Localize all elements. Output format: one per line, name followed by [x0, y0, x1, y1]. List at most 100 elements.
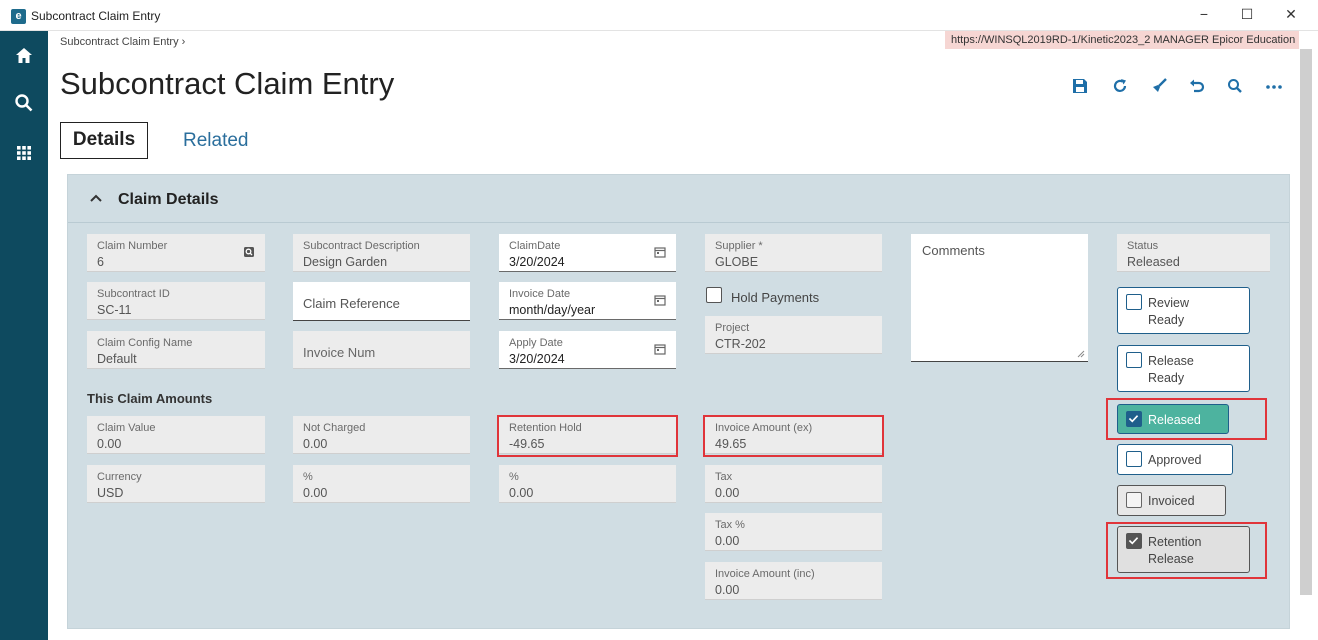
review-ready-checkbox[interactable] — [1126, 294, 1142, 310]
project-value: CTR-202 — [715, 337, 766, 351]
window-titlebar: e Subcontract Claim Entry − ☐ ✕ — [0, 0, 1318, 31]
approved-checkbox[interactable] — [1126, 451, 1142, 467]
search-toolbar-icon[interactable] — [1226, 77, 1244, 95]
invoice-amount-inc-value: 0.00 — [715, 583, 740, 597]
search-icon[interactable] — [14, 93, 34, 113]
project-label: Project — [715, 322, 750, 334]
review-ready-label-2: Ready — [1148, 313, 1185, 327]
retention-percent-label: % — [509, 471, 519, 483]
invoiced-checkbox — [1126, 492, 1142, 508]
status-value: Released — [1127, 255, 1180, 269]
lookup-search-icon[interactable] — [243, 246, 255, 258]
released-highlight — [1106, 398, 1267, 440]
status-field: Status Released — [1117, 234, 1270, 272]
invoice-num-placeholder: Invoice Num — [303, 345, 376, 360]
not-charged-percent-value: 0.00 — [303, 486, 328, 500]
retention-percent-field[interactable]: % 0.00 — [499, 465, 676, 503]
invoiced-toggle: Invoiced — [1117, 485, 1226, 516]
resize-handle-icon[interactable] — [1077, 350, 1085, 358]
maximize-button[interactable]: ☐ — [1237, 6, 1257, 23]
supplier-field[interactable]: Supplier * GLOBE — [705, 234, 882, 272]
supplier-label: Supplier * — [715, 240, 763, 252]
tax-percent-label: Tax % — [715, 519, 745, 531]
review-ready-toggle[interactable]: Review Ready — [1117, 287, 1250, 334]
calendar-icon[interactable] — [654, 294, 666, 306]
invoice-amount-inc-field[interactable]: Invoice Amount (inc) 0.00 — [705, 562, 882, 600]
save-icon[interactable] — [1071, 77, 1089, 95]
more-options-icon[interactable] — [1265, 77, 1283, 95]
tax-percent-field[interactable]: Tax % 0.00 — [705, 513, 882, 551]
page-scrollbar[interactable] — [1300, 49, 1312, 595]
claim-number-label: Claim Number — [97, 240, 168, 252]
hold-payments-label[interactable]: Hold Payments — [731, 290, 819, 305]
sidebar — [0, 31, 48, 640]
minimize-button[interactable]: − — [1194, 6, 1214, 22]
claim-reference-placeholder: Claim Reference — [303, 296, 400, 311]
calendar-icon[interactable] — [654, 246, 666, 258]
tab-details[interactable]: Details — [60, 122, 148, 159]
claim-number-value: 6 — [97, 255, 104, 269]
invoice-amount-highlight — [703, 415, 884, 457]
subcontract-description-value: Design Garden — [303, 255, 388, 269]
breadcrumb[interactable]: Subcontract Claim Entry › — [60, 36, 185, 48]
tab-related[interactable]: Related — [183, 130, 249, 152]
review-ready-label-1: Review — [1148, 296, 1189, 310]
not-charged-percent-field[interactable]: % 0.00 — [293, 465, 470, 503]
claim-date-value: 3/20/2024 — [509, 255, 565, 269]
invoice-date-label: Invoice Date — [509, 288, 571, 300]
subcontract-description-label: Subcontract Description — [303, 240, 420, 252]
subcontract-id-field[interactable]: Subcontract ID SC-11 — [87, 282, 265, 320]
status-label: Status — [1127, 240, 1159, 252]
claim-date-field[interactable]: ClaimDate 3/20/2024 — [499, 234, 676, 272]
not-charged-field[interactable]: Not Charged 0.00 — [293, 416, 470, 454]
invoice-amount-inc-label: Invoice Amount (inc) — [715, 568, 815, 580]
claim-details-header[interactable]: Claim Details — [68, 175, 1289, 223]
release-ready-label-1: Release — [1148, 354, 1194, 368]
apps-grid-icon[interactable] — [14, 143, 34, 163]
approved-label: Approved — [1148, 453, 1202, 467]
invoice-date-field[interactable]: Invoice Date month/day/year — [499, 282, 676, 320]
invoice-date-value: month/day/year — [509, 303, 596, 317]
subcontract-description-field[interactable]: Subcontract Description Design Garden — [293, 234, 470, 272]
connection-info: https://WINSQL2019RD-1/Kinetic2023_2 MAN… — [945, 31, 1299, 49]
chevron-up-icon[interactable] — [88, 190, 104, 206]
hold-payments-checkbox[interactable] — [706, 287, 722, 303]
close-button[interactable]: ✕ — [1281, 6, 1301, 23]
release-ready-checkbox[interactable] — [1126, 352, 1142, 368]
claim-reference-input[interactable]: Claim Reference — [293, 282, 470, 321]
release-ready-toggle[interactable]: Release Ready — [1117, 345, 1250, 392]
approved-toggle[interactable]: Approved — [1117, 444, 1233, 475]
currency-label: Currency — [97, 471, 142, 483]
clear-brush-icon[interactable] — [1150, 77, 1168, 95]
apply-date-field[interactable]: Apply Date 3/20/2024 — [499, 331, 676, 369]
retention-percent-value: 0.00 — [509, 486, 534, 500]
tax-label: Tax — [715, 471, 733, 483]
retention-hold-highlight — [497, 415, 678, 457]
comments-placeholder: Comments — [922, 243, 985, 258]
claim-number-field[interactable]: Claim Number 6 — [87, 234, 265, 272]
claim-config-name-label: Claim Config Name — [97, 337, 193, 349]
claim-config-name-field[interactable]: Claim Config Name Default — [87, 331, 265, 369]
tax-field[interactable]: Tax 0.00 — [705, 465, 882, 503]
epicor-logo-icon: e — [11, 9, 26, 24]
refresh-icon[interactable] — [1111, 77, 1129, 95]
claim-date-label: ClaimDate — [509, 240, 561, 252]
supplier-value: GLOBE — [715, 255, 759, 269]
release-ready-label-2: Ready — [1148, 371, 1185, 385]
currency-field[interactable]: Currency USD — [87, 465, 265, 503]
calendar-icon[interactable] — [654, 343, 666, 355]
apply-date-value: 3/20/2024 — [509, 352, 565, 366]
project-field[interactable]: Project CTR-202 — [705, 316, 882, 354]
comments-textarea[interactable]: Comments — [911, 234, 1088, 362]
home-icon[interactable] — [14, 46, 34, 66]
not-charged-percent-label: % — [303, 471, 313, 483]
undo-icon[interactable] — [1188, 77, 1206, 95]
claim-value-field[interactable]: Claim Value 0.00 — [87, 416, 265, 454]
not-charged-value: 0.00 — [303, 437, 328, 451]
invoiced-label: Invoiced — [1148, 494, 1195, 508]
subcontract-id-label: Subcontract ID — [97, 288, 170, 300]
invoice-num-input[interactable]: Invoice Num — [293, 331, 470, 369]
panel-title: Claim Details — [118, 191, 219, 208]
claim-value-label: Claim Value — [97, 422, 156, 434]
retention-release-highlight — [1106, 522, 1267, 579]
